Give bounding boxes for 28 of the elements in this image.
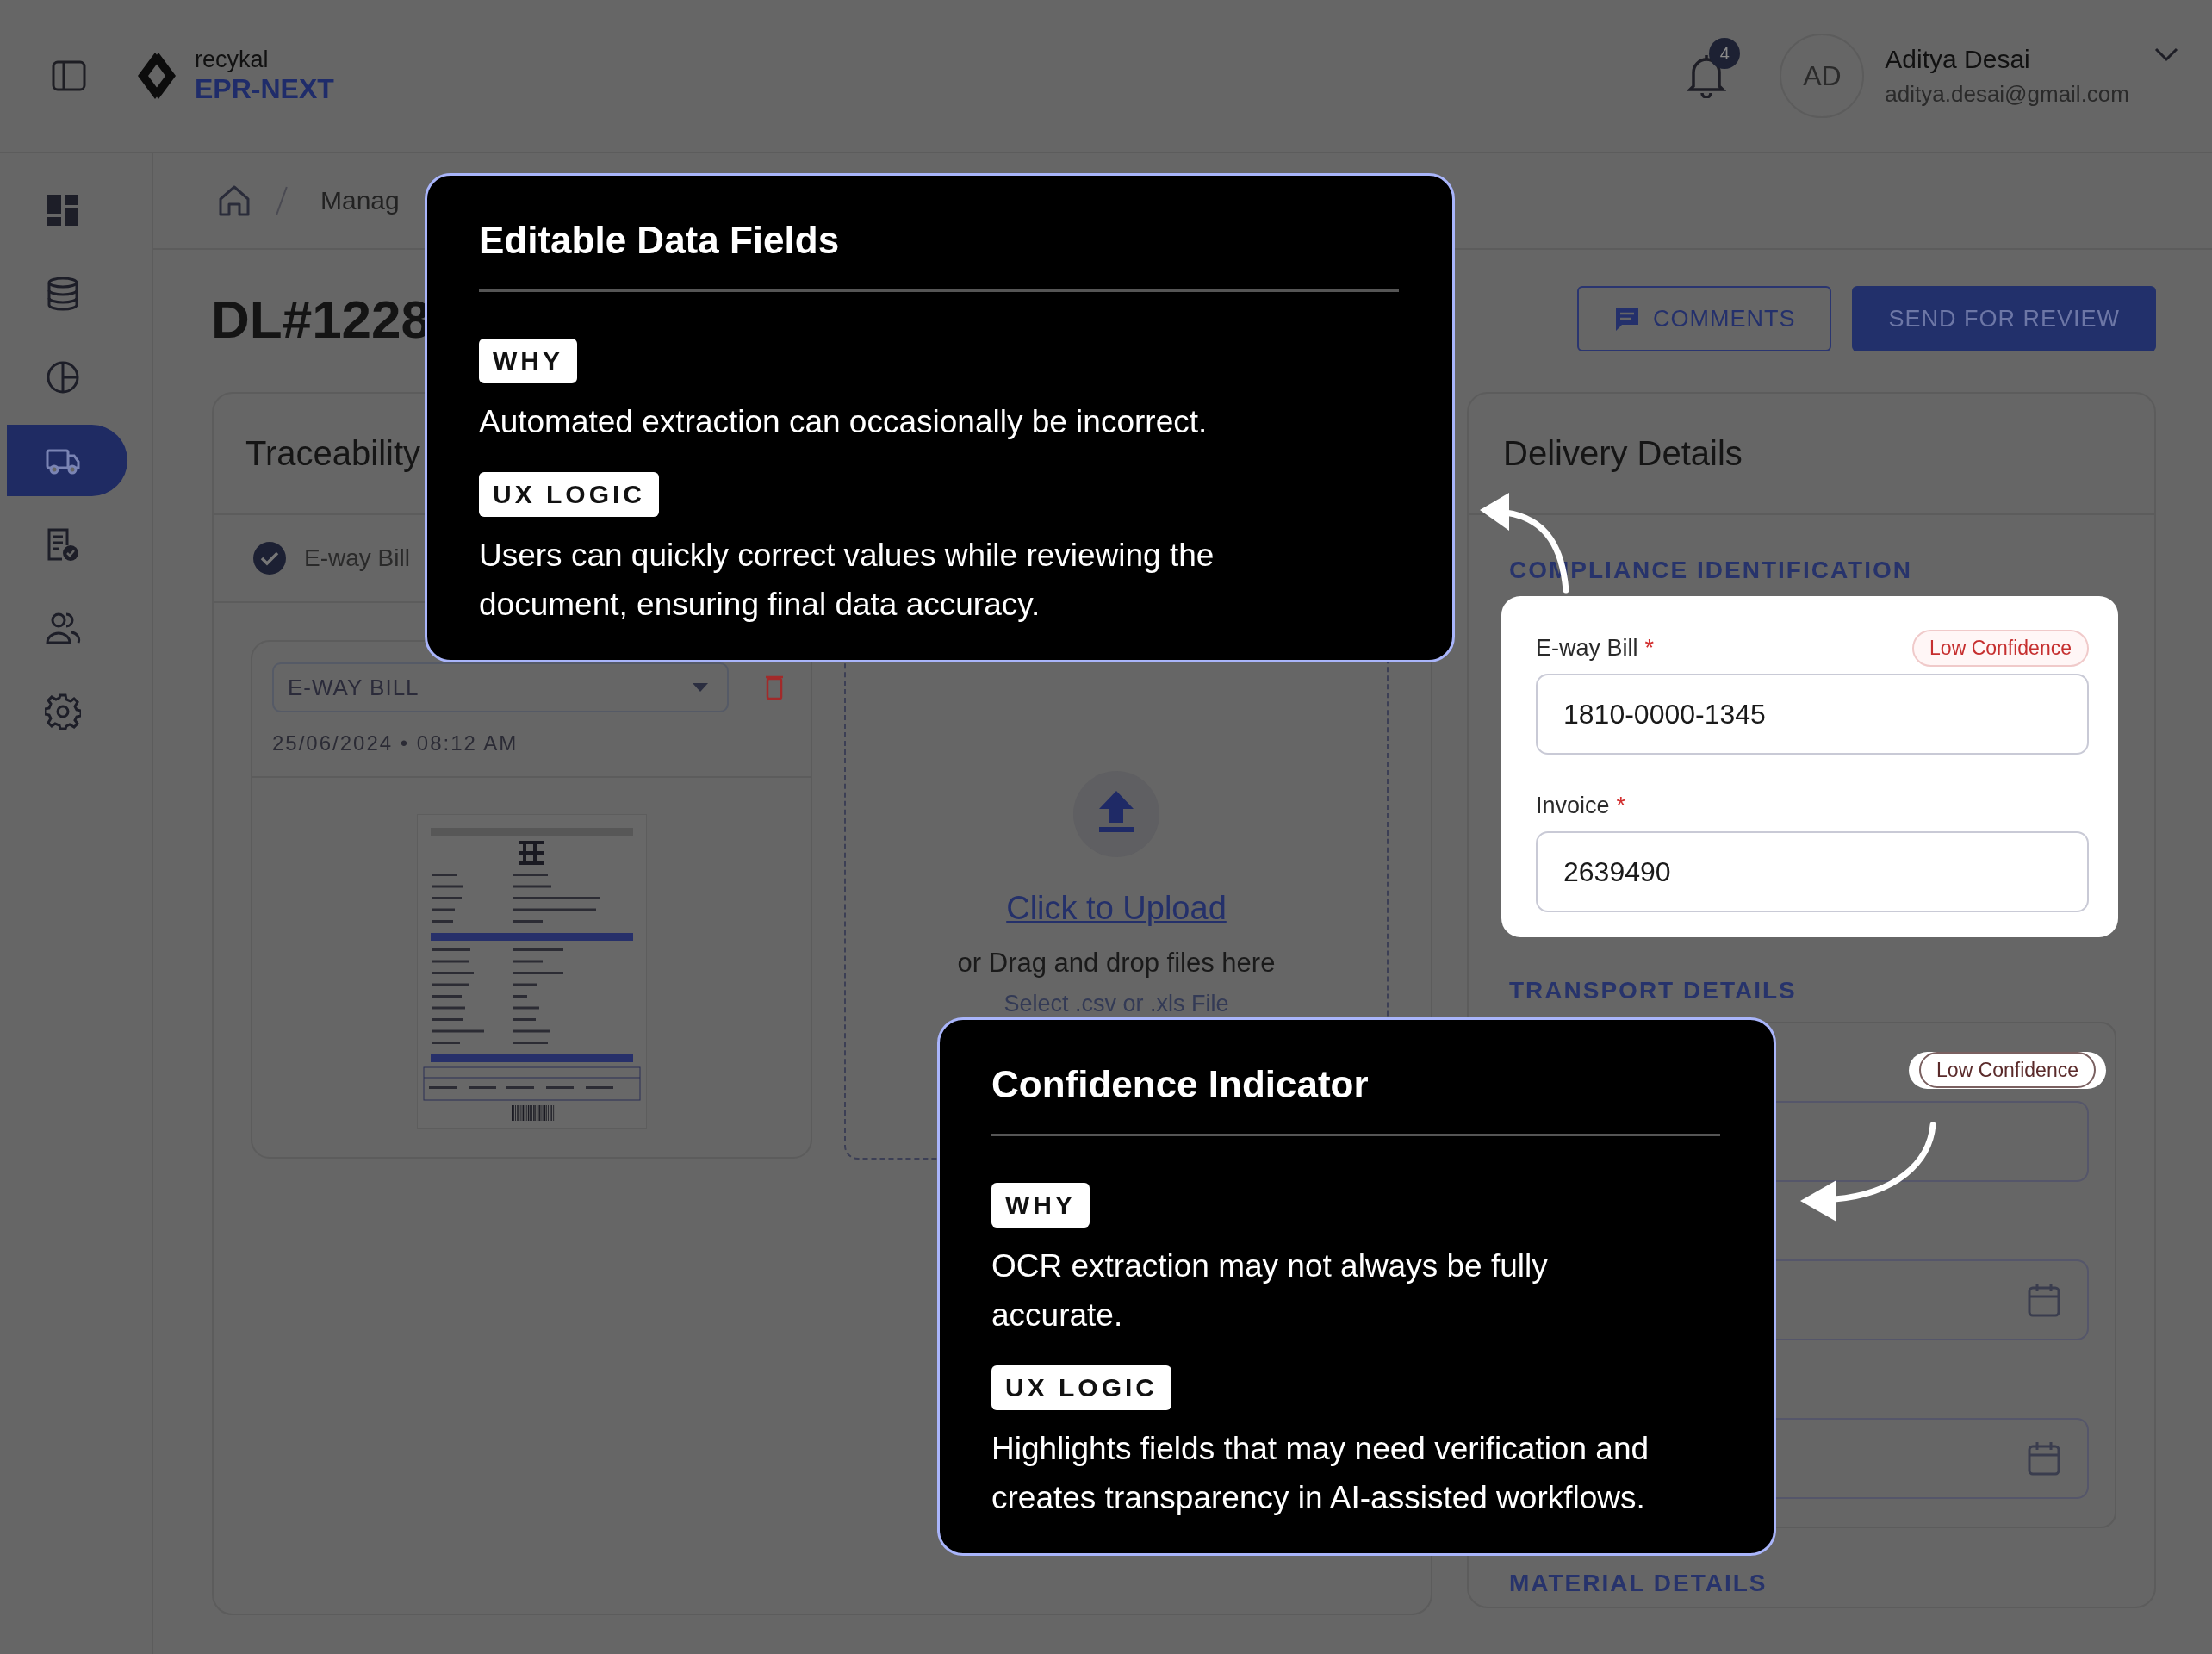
user-name: Aditya Desai bbox=[1885, 44, 2031, 74]
card-title: Delivery Details bbox=[1503, 434, 1743, 473]
card-title: Traceability bbox=[245, 434, 421, 473]
field-label: Invoice bbox=[1536, 792, 1610, 818]
product-name: EPR-NEXT bbox=[195, 73, 334, 105]
page-title: DL#1228 bbox=[211, 288, 432, 350]
tooltip-text: Users can quickly correct values while reviewing the document, ensuring final data accuracy. bbox=[479, 537, 1215, 624]
tooltip-tag: UX LOGIC bbox=[991, 1365, 1171, 1410]
confidence-badge: Low Confidence bbox=[1919, 1052, 2096, 1088]
tooltip-text: Highlights fields that may need verification and creates transparency in AI-assisted workflows. bbox=[991, 1430, 1650, 1517]
tooltip-text: Automated extraction can occasionally be incorrect. bbox=[479, 403, 1209, 441]
brand-name: recykal bbox=[195, 47, 270, 73]
tooltip-tag: WHY bbox=[479, 339, 577, 383]
tooltip-title: Confidence Indicator bbox=[991, 1063, 1370, 1106]
required-mark: * bbox=[1644, 634, 1655, 661]
user-email: aditya.desai@gmail.com bbox=[1885, 80, 2129, 108]
section-title: TRANSPORT DETAILS bbox=[1509, 977, 1797, 1004]
confidence-badge: Low Confidence bbox=[1912, 629, 2089, 667]
tooltip-title: Editable Data Fields bbox=[479, 219, 841, 262]
upload-hint: or Drag and drop files here bbox=[957, 948, 1276, 979]
tooltip-tag: UX LOGIC bbox=[479, 472, 659, 517]
tooltip-text: OCR extraction may not always be fully accurate. bbox=[991, 1247, 1549, 1334]
required-mark: * bbox=[1616, 792, 1626, 818]
tooltip-tag: WHY bbox=[991, 1183, 1090, 1228]
document-timestamp: 25/06/2024 • 08:12 AM bbox=[272, 731, 519, 755]
notification-badge: 4 bbox=[1709, 38, 1741, 69]
section-title: MATERIAL DETAILS bbox=[1509, 1570, 1768, 1597]
field-label: E-way Bill bbox=[1536, 634, 1638, 661]
